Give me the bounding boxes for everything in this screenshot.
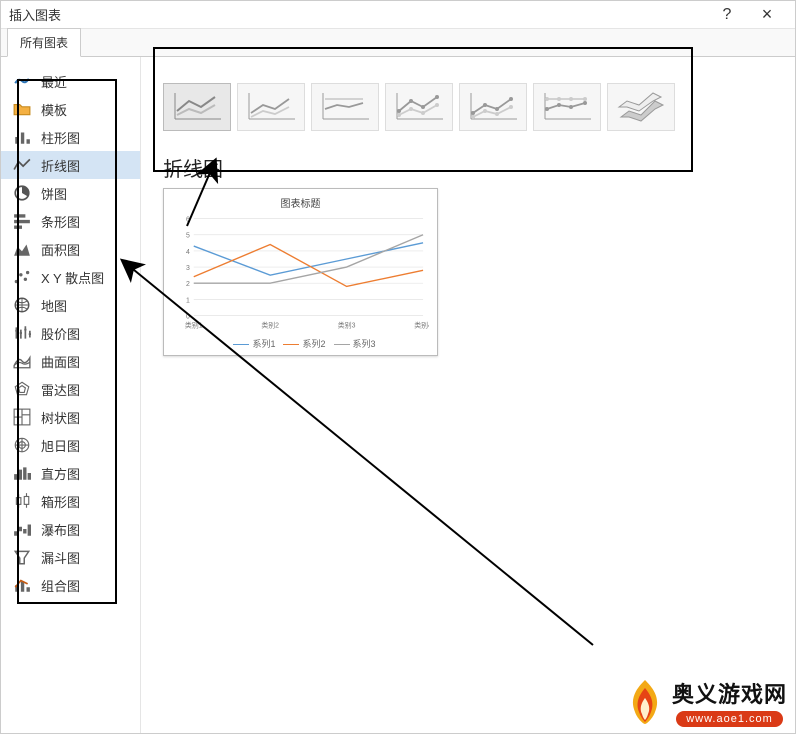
sidebar-item-label: X Y 散点图: [41, 268, 104, 287]
svg-text:4: 4: [186, 249, 190, 256]
column-chart-icon: [13, 129, 31, 145]
sidebar-item-label: 树状图: [41, 408, 80, 427]
sidebar-item-radar[interactable]: 雷达图: [1, 375, 140, 403]
sidebar-item-column[interactable]: 柱形图: [1, 123, 140, 151]
dialog-title: 插入图表: [9, 5, 707, 24]
funnel-icon: [13, 549, 31, 565]
subtype-stacked-line[interactable]: [237, 83, 305, 131]
svg-text:5: 5: [186, 233, 190, 240]
radar-chart-icon: [13, 381, 31, 397]
line-chart-icon: [13, 157, 31, 173]
box-plot-icon: [13, 493, 31, 509]
sidebar-item-pie[interactable]: 饼图: [1, 179, 140, 207]
watermark-logo: 奥义游戏网 www.aoe1.com: [624, 677, 787, 727]
chart-category-sidebar: 最近 模板 柱形图 折线图 饼图: [1, 57, 141, 733]
sidebar-item-recent[interactable]: 最近: [1, 67, 140, 95]
sidebar-item-label: 面积图: [41, 240, 80, 259]
sidebar-item-map[interactable]: 地图: [1, 291, 140, 319]
folder-icon: [13, 101, 31, 117]
surface-chart-icon: [13, 353, 31, 369]
sidebar-item-sunburst[interactable]: 旭日图: [1, 431, 140, 459]
sunburst-icon: [13, 437, 31, 453]
sidebar-item-label: 箱形图: [41, 492, 80, 511]
sidebar-item-waterfall[interactable]: 瀑布图: [1, 515, 140, 543]
insert-chart-dialog: 插入图表 ? × 所有图表 最近 模板 柱形图: [0, 0, 796, 734]
chart-subtype-row: [155, 67, 781, 139]
sidebar-item-label: 股价图: [41, 324, 80, 343]
tab-all-charts[interactable]: 所有图表: [7, 28, 81, 57]
sidebar-item-stock[interactable]: 股价图: [1, 319, 140, 347]
sidebar-item-scatter[interactable]: X Y 散点图: [1, 263, 140, 291]
sidebar-item-funnel[interactable]: 漏斗图: [1, 543, 140, 571]
sidebar-item-combo[interactable]: 组合图: [1, 571, 140, 599]
sidebar-item-label: 漏斗图: [41, 548, 80, 567]
tabstrip: 所有图表: [1, 29, 795, 57]
svg-text:3: 3: [186, 265, 190, 272]
chart-preview-title: 图表标题: [172, 195, 429, 210]
svg-text:类别2: 类别2: [261, 320, 279, 329]
sidebar-item-label: 饼图: [41, 184, 67, 203]
sidebar-item-label: 模板: [41, 100, 67, 119]
subtype-line[interactable]: [163, 83, 231, 131]
svg-text:6: 6: [186, 217, 190, 224]
close-button[interactable]: ×: [747, 1, 787, 29]
sidebar-item-bar[interactable]: 条形图: [1, 207, 140, 235]
svg-text:类别4: 类别4: [414, 320, 429, 329]
sidebar-item-box[interactable]: 箱形图: [1, 487, 140, 515]
svg-text:类别3: 类别3: [338, 320, 356, 329]
bar-chart-icon: [13, 213, 31, 229]
help-button[interactable]: ?: [707, 1, 747, 29]
subtype-100-stacked-line[interactable]: [311, 83, 379, 131]
sidebar-item-surface[interactable]: 曲面图: [1, 347, 140, 375]
watermark-url: www.aoe1.com: [676, 711, 783, 727]
subtype-line-markers[interactable]: [385, 83, 453, 131]
scatter-chart-icon: [13, 269, 31, 285]
map-icon: [13, 297, 31, 313]
svg-text:类别1: 类别1: [185, 320, 203, 329]
sidebar-item-line[interactable]: 折线图: [1, 151, 140, 179]
histogram-icon: [13, 465, 31, 481]
sidebar-item-label: 组合图: [41, 576, 80, 595]
svg-text:1: 1: [186, 297, 190, 304]
svg-text:2: 2: [186, 281, 190, 288]
chart-preview-legend: 系列1系列2系列3: [172, 337, 429, 350]
flame-icon: [624, 678, 666, 726]
sidebar-item-templates[interactable]: 模板: [1, 95, 140, 123]
watermark-text: 奥义游戏网: [672, 677, 787, 709]
sidebar-item-label: 雷达图: [41, 380, 80, 399]
combo-chart-icon: [13, 577, 31, 593]
svg-text:0: 0: [186, 313, 190, 320]
main-area: 折线图 图表标题 0 1 2 3 4 5 6 类别1 类别2 类别3 类别4 系列1系列2系列3: [141, 57, 795, 733]
sidebar-item-label: 条形图: [41, 212, 80, 231]
sidebar-item-label: 直方图: [41, 464, 80, 483]
sidebar-item-label: 旭日图: [41, 436, 80, 455]
sidebar-item-treemap[interactable]: 树状图: [1, 403, 140, 431]
sidebar-item-label: 瀑布图: [41, 520, 80, 539]
pie-chart-icon: [13, 185, 31, 201]
sidebar-item-histogram[interactable]: 直方图: [1, 459, 140, 487]
treemap-icon: [13, 409, 31, 425]
area-chart-icon: [13, 241, 31, 257]
sidebar-item-label: 曲面图: [41, 352, 80, 371]
subtype-title: 折线图: [163, 153, 781, 182]
stock-chart-icon: [13, 325, 31, 341]
sidebar-item-label: 折线图: [41, 156, 80, 175]
subtype-stacked-line-markers[interactable]: [459, 83, 527, 131]
sidebar-item-label: 地图: [41, 296, 67, 315]
sidebar-item-area[interactable]: 面积图: [1, 235, 140, 263]
chart-preview-plot: 0 1 2 3 4 5 6 类别1 类别2 类别3 类别4: [172, 214, 429, 332]
sidebar-item-label: 最近: [41, 72, 67, 91]
recent-icon: [13, 73, 31, 89]
chart-preview[interactable]: 图表标题 0 1 2 3 4 5 6 类别1 类别2 类别3 类别4 系列1系列2系列3: [163, 188, 438, 356]
titlebar: 插入图表 ? ×: [1, 1, 795, 29]
subtype-3d-line[interactable]: [607, 83, 675, 131]
subtype-100-stacked-line-markers[interactable]: [533, 83, 601, 131]
sidebar-item-label: 柱形图: [41, 128, 80, 147]
waterfall-icon: [13, 521, 31, 537]
